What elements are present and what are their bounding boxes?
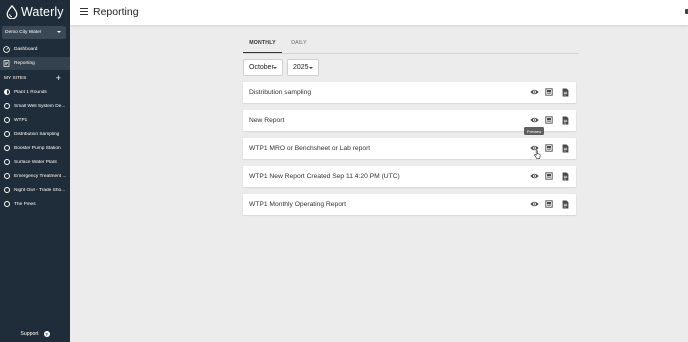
document-icon[interactable] (560, 171, 570, 181)
plus-icon[interactable]: + (56, 73, 61, 83)
support-link[interactable]: Support ? (0, 329, 70, 339)
view-report-icon[interactable] (544, 199, 554, 209)
organization-select[interactable]: Demo City Water (2, 26, 66, 39)
site-label: Plant 1 Rounds (14, 89, 47, 95)
my-sites-header: MY SITES + (0, 72, 70, 84)
half-circle-icon (4, 89, 10, 95)
brand[interactable]: Waterly (0, 0, 70, 24)
sidebar-site-item[interactable]: The Pines (0, 198, 70, 210)
view-report-icon[interactable] (544, 143, 554, 153)
year-select[interactable]: 2025 (287, 59, 319, 76)
circle-icon (4, 145, 10, 151)
report-name: WTP1 MRO or Benchsheet or Lab report (249, 145, 371, 152)
report-row: WTP1 MRO or Benchsheet or Lab report (243, 138, 576, 159)
year-value: 2025 (293, 64, 309, 71)
chevron-down-icon (309, 67, 313, 69)
report-row: WTP1 Monthly Operating Report (243, 194, 576, 215)
report-row: WTP1 New Report Created Sep 11 4:20 PM (… (243, 166, 576, 187)
sidebar-item-label: Reporting (14, 61, 35, 66)
site-label: Distribution Sampling (14, 131, 60, 137)
organization-label: Demo City Water (5, 30, 42, 35)
sidebar-item-dashboard[interactable]: Dashboard (0, 43, 70, 56)
sidebar-site-item[interactable]: Small Well System De... (0, 100, 70, 112)
report-name: New Report (249, 117, 285, 124)
page-title: Reporting (93, 6, 139, 18)
dashboard-gauge-icon (3, 46, 10, 53)
site-label: Surface Water Plant (14, 159, 57, 165)
circle-icon (4, 103, 10, 109)
circle-icon (4, 187, 10, 193)
document-icon[interactable] (560, 199, 570, 209)
app-name: Waterly (21, 5, 64, 19)
support-label: Support (20, 331, 39, 337)
report-row: Distribution sampling (243, 82, 576, 103)
site-label: Booster Pump Station (14, 145, 61, 151)
circle-icon (4, 131, 10, 137)
site-label: Emergency Treatment ... (14, 173, 67, 179)
circle-icon (4, 201, 10, 207)
circle-icon (4, 173, 10, 179)
eye-preview-icon[interactable] (529, 87, 539, 97)
sidebar: Waterly Demo City Water Dashboard Report… (0, 0, 70, 342)
document-icon[interactable] (560, 115, 570, 125)
eye-preview-icon[interactable] (529, 115, 539, 125)
view-report-icon[interactable] (544, 171, 554, 181)
sidebar-site-item[interactable]: Surface Water Plant (0, 156, 70, 168)
circle-icon (4, 159, 10, 165)
sidebar-site-item[interactable]: Distribution Sampling (0, 128, 70, 140)
my-sites-label: MY SITES (4, 75, 27, 81)
report-name: WTP1 New Report Created Sep 11 4:20 PM (… (249, 173, 400, 180)
eye-preview-icon[interactable] (529, 171, 539, 181)
sidebar-site-item[interactable]: WTP1 (0, 114, 70, 126)
document-icon[interactable] (560, 87, 570, 97)
top-app-bar: Reporting (70, 0, 688, 25)
report-document-icon (3, 60, 10, 67)
hamburger-menu-icon[interactable] (80, 8, 88, 15)
circle-icon (4, 117, 10, 123)
sidebar-site-item[interactable]: Booster Pump Station (0, 142, 70, 154)
sidebar-site-item[interactable]: Emergency Treatment ... (0, 170, 70, 182)
sidebar-item-label: Dashboard (14, 47, 38, 52)
site-label: The Pines (14, 201, 36, 207)
site-label: WTP1 (14, 117, 28, 123)
site-label: Night Owl - Trade Sho... (14, 187, 66, 193)
sidebar-site-item[interactable]: Night Owl - Trade Sho... (0, 184, 70, 196)
report-name: Distribution sampling (249, 89, 312, 96)
tabs-divider (243, 53, 579, 54)
hand-pointer-cursor-icon (534, 150, 541, 159)
water-drop-logo-icon (6, 5, 18, 19)
preview-tooltip: Preview (524, 127, 545, 135)
sidebar-item-reporting[interactable]: Reporting (0, 57, 70, 70)
report-name: WTP1 Monthly Operating Report (249, 201, 347, 208)
tab-daily[interactable]: DAILY (288, 40, 310, 54)
eye-preview-icon[interactable] (529, 199, 539, 209)
chevron-down-icon (273, 67, 277, 69)
site-label: Small Well System De... (14, 103, 66, 109)
view-report-icon[interactable] (544, 115, 554, 125)
help-icon: ? (43, 331, 50, 337)
tooltip-text: Preview (527, 128, 542, 134)
view-report-icon[interactable] (544, 87, 554, 97)
month-select[interactable]: October (243, 59, 283, 76)
month-value: October (249, 64, 274, 71)
sidebar-site-item[interactable]: Plant 1 Rounds (0, 86, 70, 98)
document-icon[interactable] (560, 143, 570, 153)
chevron-down-icon (57, 31, 61, 33)
